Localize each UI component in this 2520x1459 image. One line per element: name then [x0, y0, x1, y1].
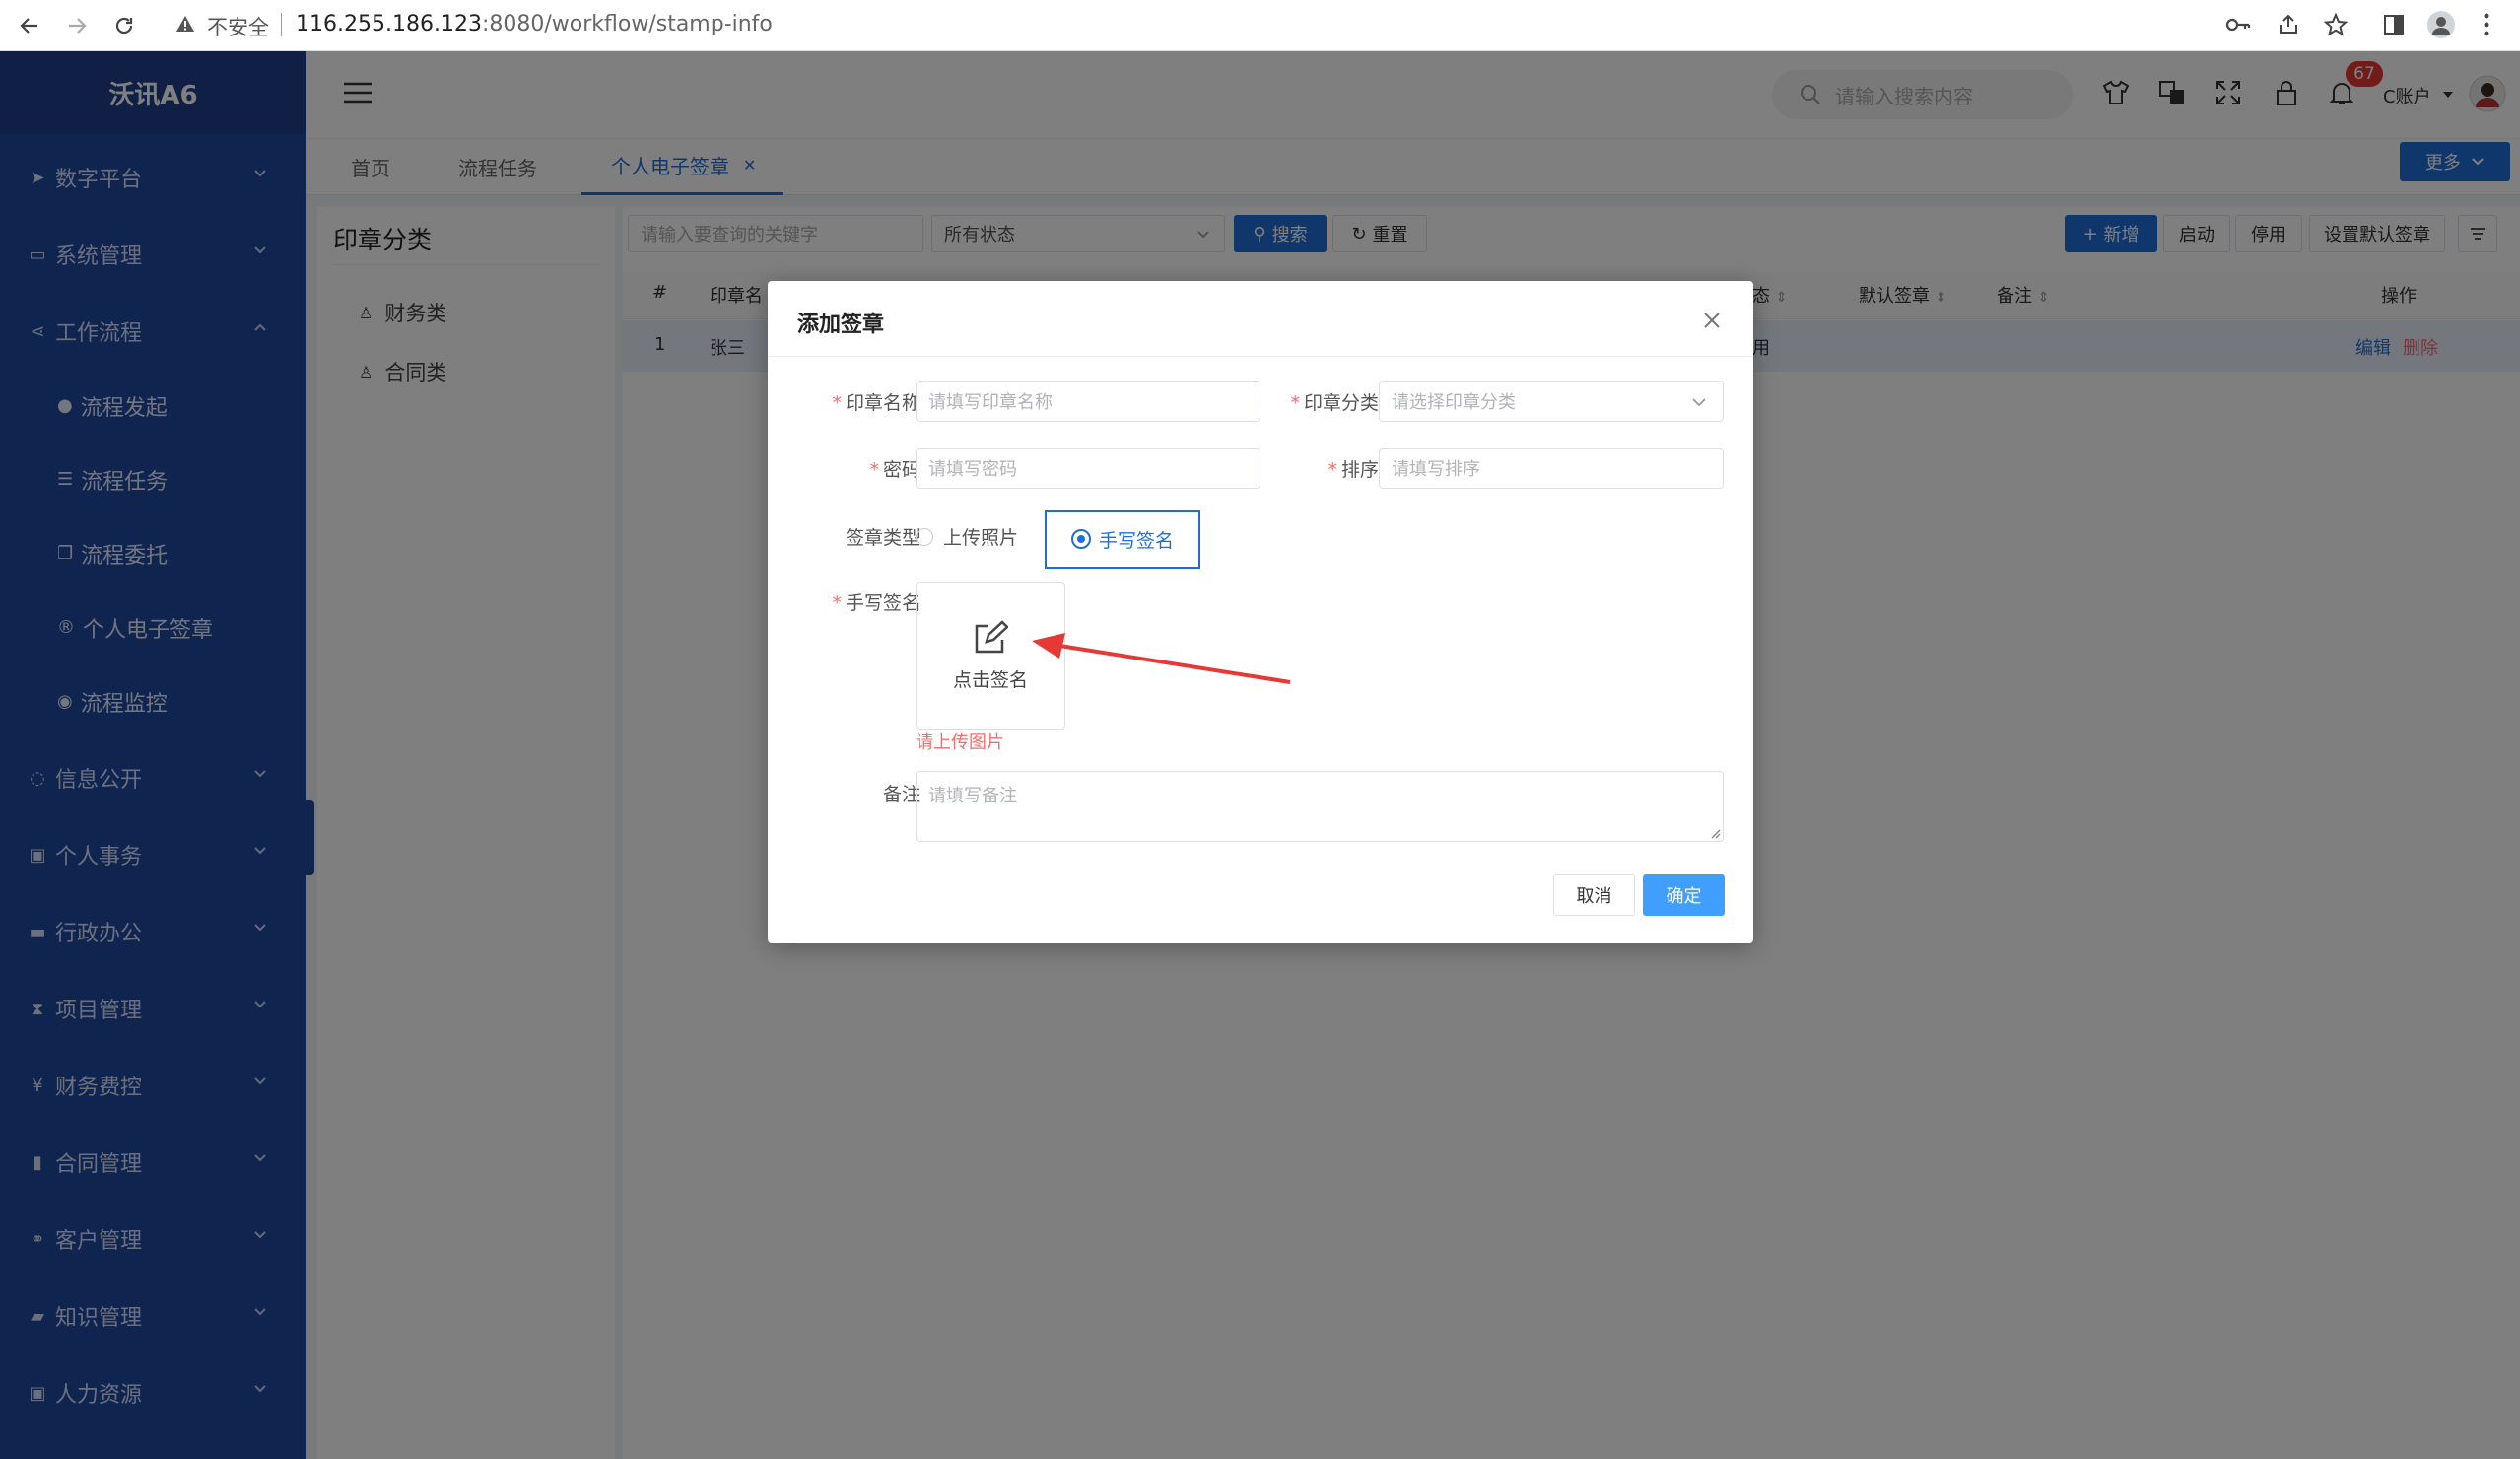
close-icon[interactable]	[1702, 311, 1722, 330]
remark-textarea[interactable]: 请填写备注	[916, 771, 1724, 842]
password-input[interactable]: 请填写密码	[916, 448, 1260, 489]
annotation-arrow	[1032, 633, 1291, 684]
back-icon[interactable]	[14, 10, 45, 41]
resize-handle-icon[interactable]	[1709, 827, 1721, 839]
share-icon[interactable]	[2277, 13, 2300, 36]
browser-toolbar: 不安全 116.255.186.123:8080/workflow/stamp-…	[0, 0, 2520, 51]
forward-icon[interactable]	[61, 10, 93, 41]
key-icon[interactable]	[2225, 14, 2251, 35]
reload-icon[interactable]	[108, 10, 140, 41]
stamp-name-input[interactable]: 请填写印章名称	[916, 381, 1260, 422]
stamp-name-label: * 印章名称	[832, 392, 920, 414]
address-bar[interactable]: 116.255.186.123:8080/workflow/stamp-info	[296, 12, 773, 36]
radio-unchecked-icon	[916, 527, 933, 546]
sidebar-toggle-icon[interactable]	[2383, 14, 2405, 35]
sort-label: * 排序	[1328, 459, 1379, 481]
radio-upload-photo[interactable]: 上传照片	[916, 523, 1018, 550]
confirm-button[interactable]: 确定	[1643, 874, 1725, 916]
handwrite-label: * 手写签名	[832, 592, 920, 614]
star-icon[interactable]	[2324, 13, 2348, 36]
remark-label: 备注	[882, 784, 920, 805]
dialog-title: 添加签章	[797, 313, 885, 337]
upload-error: 请上传图片	[916, 732, 1004, 753]
edit-icon	[975, 619, 1008, 653]
chevron-down-icon	[1692, 398, 1706, 407]
warning-icon	[175, 14, 195, 34]
sort-input[interactable]: 请填写排序	[1379, 448, 1724, 489]
password-label: * 密码	[869, 459, 920, 481]
profile-icon[interactable]	[2426, 10, 2456, 39]
cancel-button[interactable]: 取消	[1553, 874, 1635, 916]
stamp-category-select[interactable]: 请选择印章分类	[1379, 381, 1724, 422]
radio-checked-icon	[1070, 529, 1091, 549]
stamp-category-label: * 印章分类	[1290, 392, 1379, 414]
add-stamp-dialog: 添加签章 * 印章名称 请填写印章名称 * 印章分类 请选择印章分类 * 密码 请填写…	[768, 281, 1753, 943]
radio-handwrite[interactable]: 手写签名	[1045, 510, 1200, 569]
security-label: 不安全	[207, 16, 269, 39]
stamp-type-label: 签章类型	[845, 527, 920, 549]
sign-button-label: 点击签名	[952, 668, 1028, 691]
browser-menu-icon[interactable]	[2482, 12, 2491, 37]
